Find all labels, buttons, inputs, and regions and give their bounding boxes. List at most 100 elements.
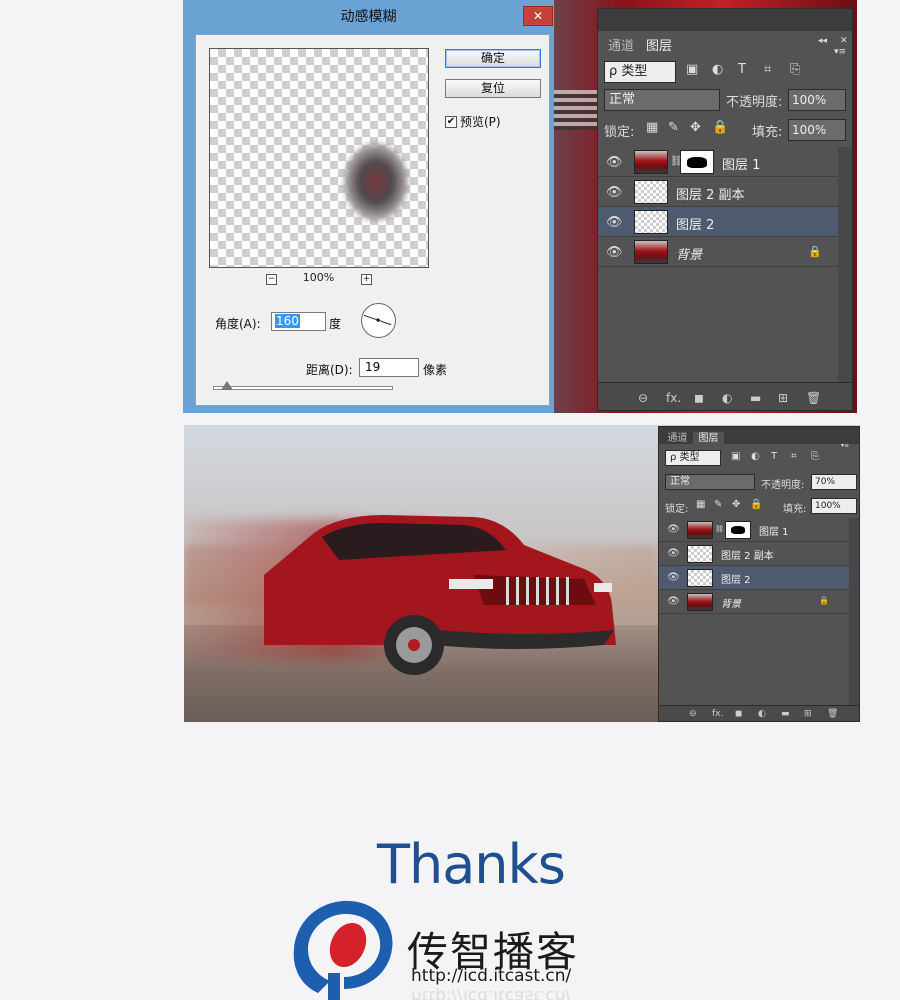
lock-transparency-icon[interactable]: ▦ bbox=[646, 120, 658, 135]
angle-dial[interactable] bbox=[361, 303, 396, 338]
distance-slider-track[interactable] bbox=[213, 386, 393, 390]
new-layer-icon[interactable]: ⊞ bbox=[778, 391, 788, 405]
layer-mask-thumbnail[interactable] bbox=[680, 150, 714, 174]
lock-transparency-icon[interactable]: ▦ bbox=[696, 499, 705, 510]
smart-object-filter-icon[interactable]: ⎘ bbox=[811, 451, 819, 462]
image-filter-icon[interactable]: ▣ bbox=[731, 451, 740, 462]
layers-scrollbar[interactable] bbox=[849, 518, 859, 705]
type-filter-icon[interactable]: T bbox=[771, 451, 777, 462]
blend-mode-select[interactable]: 正常 bbox=[665, 474, 755, 490]
lock-position-icon[interactable]: ✥ bbox=[732, 499, 740, 510]
thanks-title: Thanks bbox=[377, 833, 566, 896]
panel-menu-icon[interactable]: ▾≡ bbox=[834, 47, 846, 57]
adjustment-layer-icon[interactable]: ◐ bbox=[722, 391, 732, 405]
delete-layer-icon[interactable]: 🗑 bbox=[806, 391, 821, 405]
visibility-eye-icon[interactable]: 👁 bbox=[606, 245, 623, 260]
shape-filter-icon[interactable]: ⌗ bbox=[764, 62, 771, 77]
visibility-eye-icon[interactable]: 👁 bbox=[606, 185, 623, 200]
layer-row[interactable]: 👁 ⛓ 图层 1 bbox=[659, 518, 849, 542]
layer-name[interactable]: 图层 2 副本 bbox=[676, 184, 745, 203]
adjustment-layer-icon[interactable]: ◐ bbox=[758, 709, 766, 719]
visibility-eye-icon[interactable]: 👁 bbox=[606, 155, 623, 170]
visibility-eye-icon[interactable]: 👁 bbox=[667, 572, 680, 583]
layer-name[interactable]: 图层 2 bbox=[721, 571, 751, 586]
layer-mask-thumbnail[interactable] bbox=[725, 521, 751, 539]
layer-thumbnail bbox=[687, 569, 713, 587]
blend-mode-select[interactable]: 正常 bbox=[604, 89, 720, 111]
type-filter-icon[interactable]: T bbox=[738, 62, 746, 77]
lock-pixels-icon[interactable]: ✎ bbox=[668, 120, 679, 135]
new-group-icon[interactable]: ▬ bbox=[781, 709, 790, 719]
blend-mode-value: 正常 bbox=[670, 476, 690, 487]
filter-kind-select[interactable]: ρ 类型 bbox=[604, 61, 676, 83]
layers-panel-small: 通道 图层 ▾≡ ρ 类型 ▣ ◐ T ⌗ ⎘ 正常 不透明度: 70% 锁定: ▦ ✎ ✥ 🔒 填充: 100% 👁… bbox=[658, 426, 860, 722]
fill-input[interactable]: 100% bbox=[788, 119, 846, 141]
preview-checkbox[interactable]: ✔ 预览(P) bbox=[445, 113, 501, 130]
layer-name[interactable]: 背景 bbox=[721, 595, 741, 610]
layer-name[interactable]: 图层 1 bbox=[759, 523, 789, 538]
lock-pixels-icon[interactable]: ✎ bbox=[714, 499, 722, 510]
tab-channels[interactable]: 通道 bbox=[662, 432, 693, 446]
layer-row[interactable]: 👁 ⛓ 图层 1 bbox=[598, 147, 838, 177]
preview-area[interactable] bbox=[209, 48, 429, 268]
layer-row[interactable]: 👁 图层 2 副本 bbox=[659, 542, 849, 566]
fx-icon[interactable]: fx. bbox=[712, 709, 723, 719]
lock-all-icon[interactable]: 🔒 bbox=[712, 120, 728, 135]
layer-thumbnail bbox=[634, 240, 668, 264]
opacity-input[interactable]: 100% bbox=[788, 89, 846, 111]
zoom-in-button[interactable]: + bbox=[361, 274, 372, 285]
tab-layers[interactable]: 图层 bbox=[640, 37, 678, 57]
layer-row[interactable]: 👁 图层 2 bbox=[659, 566, 849, 590]
lock-all-icon[interactable]: 🔒 bbox=[750, 499, 762, 510]
tab-layers[interactable]: 图层 bbox=[693, 432, 724, 446]
layer-row[interactable]: 👁 图层 2 bbox=[598, 207, 838, 237]
fill-input[interactable]: 100% bbox=[811, 498, 857, 514]
layer-row[interactable]: 👁 背景 🔒 bbox=[598, 237, 838, 267]
new-layer-icon[interactable]: ⊞ bbox=[804, 709, 812, 719]
layer-row[interactable]: 👁 图层 2 副本 bbox=[598, 177, 838, 207]
zoom-out-button[interactable]: − bbox=[266, 274, 277, 285]
layer-name[interactable]: 图层 2 bbox=[676, 214, 714, 233]
link-layers-icon[interactable]: ⊖ bbox=[689, 709, 697, 719]
link-icon[interactable]: ⛓ bbox=[715, 525, 724, 533]
layer-name[interactable]: 图层 1 bbox=[722, 154, 760, 173]
image-filter-icon[interactable]: ▣ bbox=[686, 62, 698, 77]
distance-input[interactable]: 19 bbox=[359, 358, 419, 377]
add-mask-icon[interactable]: ◼ bbox=[735, 709, 742, 719]
ok-button[interactable]: 确定 bbox=[445, 49, 541, 68]
layers-scrollbar[interactable] bbox=[838, 147, 852, 382]
delete-layer-icon[interactable]: 🗑 bbox=[827, 709, 838, 719]
layer-name[interactable]: 背景 bbox=[676, 244, 702, 263]
angle-input[interactable]: 160 bbox=[271, 312, 326, 331]
new-group-icon[interactable]: ▬ bbox=[750, 391, 761, 405]
adjustment-filter-icon[interactable]: ◐ bbox=[751, 451, 760, 462]
reset-button[interactable]: 复位 bbox=[445, 79, 541, 98]
tab-channels[interactable]: 通道 bbox=[602, 37, 640, 57]
checkbox-icon[interactable]: ✔ bbox=[445, 115, 457, 128]
motion-blur-dialog: 动感模糊 ✕ − 100% + 确定 复位 ✔ 预览(P) 角度(A): 160… bbox=[183, 0, 554, 413]
visibility-eye-icon[interactable]: 👁 bbox=[667, 524, 680, 535]
smart-object-filter-icon[interactable]: ⎘ bbox=[790, 62, 800, 77]
link-layers-icon[interactable]: ⊖ bbox=[638, 391, 648, 405]
layer-row[interactable]: 👁 背景 🔒 bbox=[659, 590, 849, 614]
fill-value: 100% bbox=[792, 123, 827, 137]
distance-slider-thumb[interactable] bbox=[221, 381, 234, 390]
layer-name[interactable]: 图层 2 副本 bbox=[721, 547, 774, 562]
photoshop-screenshot-1: 动感模糊 ✕ − 100% + 确定 复位 ✔ 预览(P) 角度(A): 160… bbox=[183, 0, 857, 413]
brand-url[interactable]: http://icd.itcast.cn/ bbox=[411, 966, 571, 986]
visibility-eye-icon[interactable]: 👁 bbox=[667, 596, 680, 607]
opacity-input[interactable]: 70% bbox=[811, 474, 857, 490]
visibility-eye-icon[interactable]: 👁 bbox=[606, 215, 623, 230]
filter-kind-select[interactable]: ρ 类型 bbox=[665, 450, 721, 466]
add-mask-icon[interactable]: ◼ bbox=[694, 391, 704, 405]
close-icon[interactable]: ✕ bbox=[840, 36, 848, 46]
close-button[interactable]: ✕ bbox=[523, 6, 553, 26]
lock-position-icon[interactable]: ✥ bbox=[690, 120, 701, 135]
visibility-eye-icon[interactable]: 👁 bbox=[667, 548, 680, 559]
fx-icon[interactable]: fx. bbox=[666, 391, 681, 405]
shape-filter-icon[interactable]: ⌗ bbox=[791, 451, 797, 462]
panel-tabbar bbox=[598, 9, 852, 31]
collapse-icon[interactable]: ◂◂ bbox=[818, 36, 827, 46]
panel-menu-icon[interactable]: ▾≡ bbox=[841, 442, 849, 449]
adjustment-filter-icon[interactable]: ◐ bbox=[712, 62, 723, 77]
